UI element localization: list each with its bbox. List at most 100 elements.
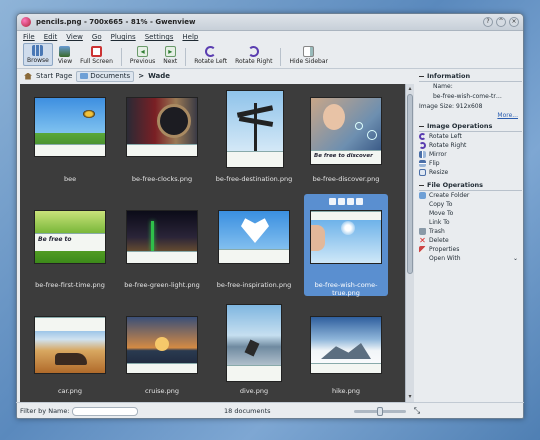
file-operations-section-header[interactable]: File Operations <box>419 181 522 191</box>
thumbnail-caption: be-free-discover.png <box>312 175 380 183</box>
op-label: Move To <box>429 210 454 217</box>
thumbnail-image <box>226 304 282 382</box>
thumbnail-tile-selected[interactable]: be-free-wish-come-true.png <box>304 194 388 297</box>
status-bar: Filter by Name: 18 documents ⤡ <box>16 402 524 419</box>
bubble-icon <box>355 122 363 130</box>
thumb-band <box>227 151 283 167</box>
home-icon <box>24 72 32 80</box>
op-rotate-right[interactable]: Rotate Right <box>419 141 522 150</box>
op-properties[interactable]: Properties <box>419 245 522 254</box>
op-link-to[interactable]: Link To <box>419 218 522 227</box>
thumbnail-caption: be-free-green-light.png <box>124 281 200 289</box>
op-rotate-left[interactable]: Rotate Left <box>419 132 522 141</box>
thumb-slogan: Be free to <box>38 236 72 243</box>
thumbnail-caption: be-free-wish-come-true.png <box>314 281 378 297</box>
delete-x-icon: ✕ <box>419 236 426 245</box>
thumbnail-size-slider[interactable] <box>354 407 406 416</box>
op-label: Rotate Left <box>429 133 462 140</box>
op-label: Resize <box>429 169 449 176</box>
face-profile-icon <box>311 225 325 251</box>
op-move-to[interactable]: Move To <box>419 209 522 218</box>
select-toggle-icon[interactable] <box>329 198 336 205</box>
op-label: Mirror <box>429 151 447 158</box>
op-trash[interactable]: Trash <box>419 227 522 236</box>
child-face-icon <box>323 104 345 130</box>
scrollbar-thumb[interactable] <box>407 94 413 274</box>
op-label: Rotate Right <box>429 142 467 149</box>
info-size-label: Image Size: <box>419 103 455 110</box>
thumb-band <box>127 251 197 263</box>
thumb-band <box>35 317 105 331</box>
scroll-down-arrow-icon[interactable]: ▾ <box>407 393 413 401</box>
op-create-folder[interactable]: Create Folder <box>419 191 522 200</box>
grid-scrollbar[interactable]: ▴ ▾ <box>405 84 414 402</box>
rotate-left-icon <box>419 133 426 140</box>
thumbnail-tile[interactable]: be-free-green-light.png <box>120 194 204 296</box>
resize-grip-icon[interactable]: ⤡ <box>412 406 422 416</box>
thumbnail-tile[interactable]: be-free-inspiration.png <box>212 194 296 296</box>
thumb-band <box>219 249 289 263</box>
thumbnail-grid[interactable]: bee be-free-clocks.png be-free-destinati… <box>20 84 405 402</box>
thumbnail-tile[interactable]: Be free to be-free-first-time.png <box>28 194 112 296</box>
collapse-icon <box>419 75 424 77</box>
op-label: Properties <box>429 246 460 253</box>
thumbnail-caption: hike.png <box>332 387 360 395</box>
thumbnail-image: Be free to <box>34 210 106 264</box>
information-section-header[interactable]: Information <box>419 72 522 82</box>
thumbnail-tile[interactable]: bee <box>28 88 112 190</box>
mountain-icon <box>321 343 371 359</box>
scroll-up-arrow-icon[interactable]: ▴ <box>407 85 413 93</box>
filter-input[interactable] <box>71 406 138 416</box>
info-name-row: Name: be-free-wish-come-true... <box>419 82 522 102</box>
open-fullscreen-icon[interactable] <box>356 198 363 205</box>
thumbnail-caption: be-free-inspiration.png <box>216 281 292 289</box>
thumbnail-image <box>218 210 290 264</box>
slider-knob[interactable] <box>377 407 383 416</box>
thumbnail-image <box>126 210 198 264</box>
sunset-icon <box>155 337 169 351</box>
breadcrumb: Start Page Documents > Wade <box>20 69 405 83</box>
document-count: 18 documents <box>224 407 271 415</box>
op-open-with[interactable]: Open With ⌄ <box>419 254 522 263</box>
breadcrumb-documents[interactable]: Documents <box>76 70 135 82</box>
dandelion-icon <box>341 221 355 235</box>
breadcrumb-current[interactable]: Wade <box>148 72 170 80</box>
thumb-band: Be free to discover <box>311 150 381 164</box>
selection-tools <box>329 198 363 205</box>
op-resize[interactable]: Resize <box>419 168 522 177</box>
thumbnail-tile[interactable]: be-free-clocks.png <box>120 88 204 190</box>
thumbnail-image <box>310 316 382 374</box>
thumbnail-tile[interactable]: hike.png <box>304 300 388 402</box>
thumbnail-tile[interactable]: dive.png <box>212 300 296 402</box>
thumbnail-caption: bee <box>63 175 77 183</box>
image-operations-title: Image Operations <box>427 122 493 130</box>
op-mirror[interactable]: Mirror <box>419 150 522 159</box>
thumbnail-tile[interactable]: Be free to discover be-free-discover.png <box>304 88 388 190</box>
op-label: Trash <box>429 228 445 235</box>
traffic-light-icon <box>151 221 154 251</box>
thumb-slogan: Be free to discover <box>314 153 373 159</box>
thumbnail-caption: be-free-destination.png <box>215 175 293 183</box>
sidebar: Information Name: be-free-wish-come-true… <box>416 69 524 402</box>
rotate-left-icon[interactable] <box>338 198 345 205</box>
thumbnail-tile[interactable]: cruise.png <box>120 300 204 402</box>
bubble-icon <box>367 130 377 140</box>
thumbnail-image <box>310 210 382 264</box>
thumb-band <box>227 365 281 381</box>
more-info-link[interactable]: More... <box>419 112 522 119</box>
file-operations-title: File Operations <box>427 181 484 189</box>
image-operations-section-header[interactable]: Image Operations <box>419 122 522 132</box>
clock-icon <box>157 104 191 138</box>
rotate-right-icon[interactable] <box>347 198 354 205</box>
flip-icon <box>419 160 426 167</box>
op-copy-to[interactable]: Copy To <box>419 200 522 209</box>
thumbnail-caption: cruise.png <box>145 387 179 395</box>
thumbnail-tile[interactable]: be-free-destination.png <box>212 88 296 190</box>
thumbnail-image <box>226 90 284 168</box>
breadcrumb-start-page[interactable]: Start Page <box>36 72 72 80</box>
op-delete[interactable]: ✕ Delete <box>419 236 522 245</box>
new-folder-icon <box>419 192 426 199</box>
thumbnail-tile[interactable]: car.png <box>28 300 112 402</box>
thumbnail-image <box>34 316 106 374</box>
op-flip[interactable]: Flip <box>419 159 522 168</box>
